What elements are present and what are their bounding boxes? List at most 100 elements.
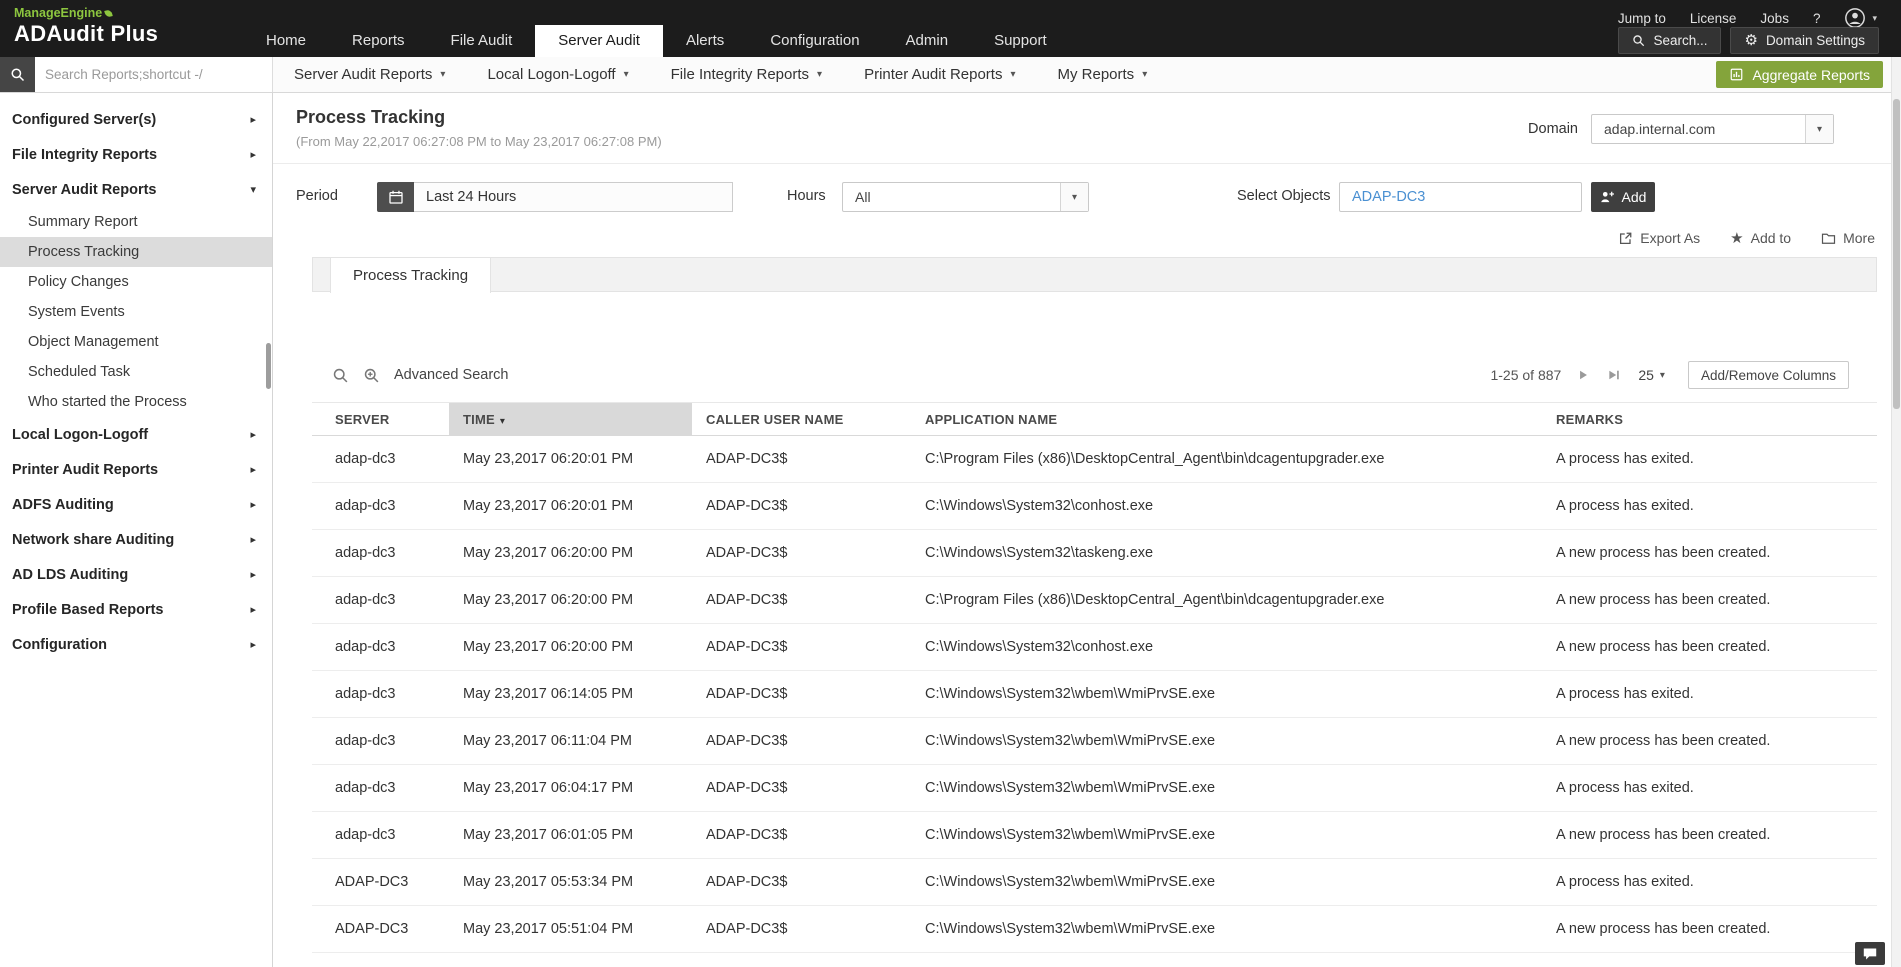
sidebar-scrollbar-thumb[interactable] (266, 343, 271, 389)
add-object-button[interactable]: Add (1591, 182, 1655, 212)
table-row: adap-dc3May 23,2017 06:11:04 PMADAP-DC3$… (312, 718, 1877, 765)
chevron-down-icon: ▾ (1060, 183, 1088, 211)
aggregate-reports-button[interactable]: Aggregate Reports (1716, 61, 1883, 88)
jump-to-link[interactable]: Jump to (1618, 11, 1666, 26)
calendar-button[interactable] (377, 182, 414, 212)
report-search-button[interactable] (0, 57, 35, 92)
leaf-icon (104, 9, 113, 18)
sidebar-item-network-share-auditing[interactable]: Network share Auditing ▸ (0, 522, 272, 557)
report-menus: Server Audit Reports ▾ Local Logon-Logof… (273, 57, 1168, 92)
column-header-time[interactable]: TIME▾ (449, 403, 692, 436)
table-row: adap-dc3May 23,2017 06:20:01 PMADAP-DC3$… (312, 483, 1877, 530)
sidebar-item-policy-changes[interactable]: Policy Changes (0, 267, 272, 297)
sort-desc-icon: ▾ (500, 416, 505, 427)
tab-configuration[interactable]: Configuration (747, 25, 882, 57)
sidebar-item-ad-lds-auditing[interactable]: AD LDS Auditing ▸ (0, 557, 272, 592)
domain-settings-button[interactable]: ⚙ Domain Settings (1730, 27, 1879, 54)
table-row: ADAP-DC3May 23,2017 05:51:04 PMADAP-DC3$… (312, 906, 1877, 953)
sidebar-item-configuration[interactable]: Configuration ▸ (0, 627, 272, 662)
table-row: adap-dc3May 23,2017 06:20:01 PMADAP-DC3$… (312, 436, 1877, 483)
sidebar-item-file-integrity-reports[interactable]: File Integrity Reports ▸ (0, 137, 272, 172)
select-objects-label: Select Objects (1237, 188, 1331, 204)
hours-label: Hours (787, 188, 826, 204)
add-remove-columns-button[interactable]: Add/Remove Columns (1688, 361, 1849, 389)
sidebar-item-summary-report[interactable]: Summary Report (0, 207, 272, 237)
tab-file-audit[interactable]: File Audit (428, 25, 536, 57)
menu-file-integrity-reports[interactable]: File Integrity Reports ▾ (650, 57, 843, 92)
table-row: adap-dc3May 23,2017 06:20:00 PMADAP-DC3$… (312, 530, 1877, 577)
chevron-right-icon: ▸ (250, 428, 256, 441)
menu-my-reports[interactable]: My Reports ▾ (1037, 57, 1169, 92)
sidebar-item-profile-based-reports[interactable]: Profile Based Reports ▸ (0, 592, 272, 627)
global-search-button[interactable]: Search... (1618, 27, 1721, 54)
sidebar-item-object-management[interactable]: Object Management (0, 327, 272, 357)
export-icon (1618, 231, 1633, 246)
tab-server-audit[interactable]: Server Audit (535, 25, 663, 57)
page-scrollbar-thumb[interactable] (1893, 99, 1900, 409)
add-to-button[interactable]: ★ Add to (1730, 230, 1791, 246)
calendar-icon (388, 189, 404, 205)
help-icon[interactable]: ? (1813, 11, 1821, 26)
chevron-right-icon: ▸ (250, 603, 256, 616)
menu-server-audit-reports[interactable]: Server Audit Reports ▾ (273, 57, 466, 92)
report-search (0, 57, 273, 92)
user-menu[interactable]: ▾ (1844, 7, 1877, 29)
hours-select[interactable]: All ▾ (842, 182, 1089, 212)
search-icon (332, 367, 349, 384)
column-header-caller-user-name[interactable]: CALLER USER NAME (692, 403, 911, 436)
sidebar-item-configured-servers[interactable]: Configured Server(s) ▸ (0, 102, 272, 137)
report-panel: Advanced Search 1-25 of 887 (312, 292, 1877, 953)
sidebar-item-scheduled-task[interactable]: Scheduled Task (0, 357, 272, 387)
tab-home[interactable]: Home (243, 25, 329, 57)
sidebar-item-who-started-the-process[interactable]: Who started the Process (0, 387, 272, 417)
domain-label: Domain (1528, 121, 1578, 137)
product-name: ADAudit Plus (14, 21, 158, 47)
report-date-range: (From May 22,2017 06:27:08 PM to May 23,… (296, 134, 662, 149)
table-row: adap-dc3May 23,2017 06:20:00 PMADAP-DC3$… (312, 577, 1877, 624)
last-page-button[interactable] (1606, 367, 1623, 383)
export-as-button[interactable]: Export As (1618, 230, 1700, 246)
tab-alerts[interactable]: Alerts (663, 25, 747, 57)
feedback-chat-button[interactable] (1855, 942, 1885, 965)
sidebar-item-adfs-auditing[interactable]: ADFS Auditing ▸ (0, 487, 272, 522)
column-header-remarks[interactable]: REMARKS (1542, 403, 1877, 436)
advanced-search-button[interactable] (363, 367, 380, 384)
domain-select[interactable]: adap.internal.com ▾ (1591, 114, 1834, 144)
sidebar-item-system-events[interactable]: System Events (0, 297, 272, 327)
sidebar-item-printer-audit-reports[interactable]: Printer Audit Reports ▸ (0, 452, 272, 487)
select-objects-input[interactable] (1339, 182, 1582, 212)
chevron-down-icon: ▾ (250, 183, 256, 196)
sidebar-item-server-audit-reports[interactable]: Server Audit Reports ▾ (0, 172, 272, 207)
tab-process-tracking[interactable]: Process Tracking (330, 257, 491, 293)
title-bar: Process Tracking (From May 22,2017 06:27… (273, 93, 1901, 164)
license-link[interactable]: License (1690, 11, 1737, 26)
tab-admin[interactable]: Admin (883, 25, 972, 57)
search-icon (10, 67, 25, 82)
advanced-search-label[interactable]: Advanced Search (394, 367, 508, 383)
period-input[interactable] (414, 182, 733, 212)
column-header-server[interactable]: SERVER (312, 403, 449, 436)
chevron-right-icon: ▸ (250, 498, 256, 511)
sidebar-item-local-logon-logoff[interactable]: Local Logon-Logoff ▸ (0, 417, 272, 452)
chevron-right-icon: ▸ (250, 113, 256, 126)
sidebar-item-process-tracking[interactable]: Process Tracking (0, 237, 272, 267)
grid-search-button[interactable] (332, 367, 349, 384)
user-add-icon (1600, 190, 1615, 204)
jobs-link[interactable]: Jobs (1760, 11, 1789, 26)
grid-toolbar: Advanced Search 1-25 of 887 (312, 360, 1877, 390)
tab-reports[interactable]: Reports (329, 25, 428, 57)
aggregate-reports-icon (1729, 67, 1744, 82)
more-button[interactable]: More (1821, 230, 1875, 246)
chevron-down-icon: ▾ (1872, 13, 1877, 24)
page-title: Process Tracking (296, 107, 662, 128)
tab-support[interactable]: Support (971, 25, 1070, 57)
menu-printer-audit-reports[interactable]: Printer Audit Reports ▾ (843, 57, 1036, 92)
brand-logo[interactable]: ManageEngine ADAudit Plus (14, 6, 158, 47)
column-header-application-name[interactable]: APPLICATION NAME (911, 403, 1542, 436)
last-page-icon (1608, 369, 1621, 381)
next-page-button[interactable] (1576, 367, 1591, 383)
chevron-right-icon: ▸ (250, 533, 256, 546)
menu-local-logon-logoff[interactable]: Local Logon-Logoff ▾ (466, 57, 649, 92)
page-size-dropdown[interactable]: 25 ▾ (1638, 367, 1665, 383)
report-search-input[interactable] (35, 57, 272, 92)
